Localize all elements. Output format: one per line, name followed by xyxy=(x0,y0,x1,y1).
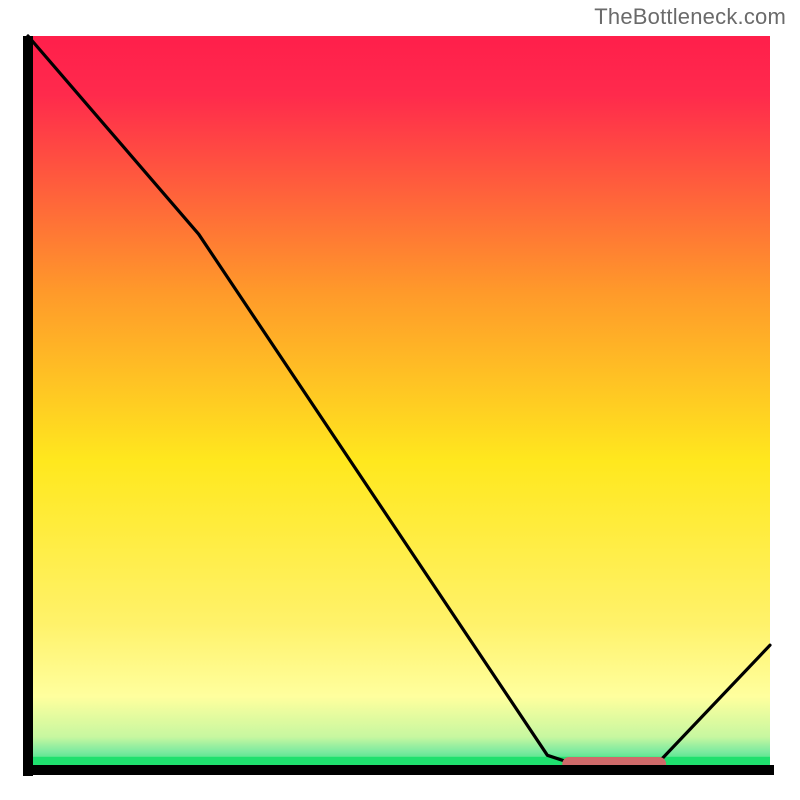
watermark-text: TheBottleneck.com xyxy=(594,4,786,30)
chart-svg xyxy=(20,32,778,778)
chart-container: TheBottleneck.com xyxy=(0,0,800,800)
bottleneck-chart xyxy=(20,32,778,778)
heat-gradient xyxy=(28,36,770,770)
